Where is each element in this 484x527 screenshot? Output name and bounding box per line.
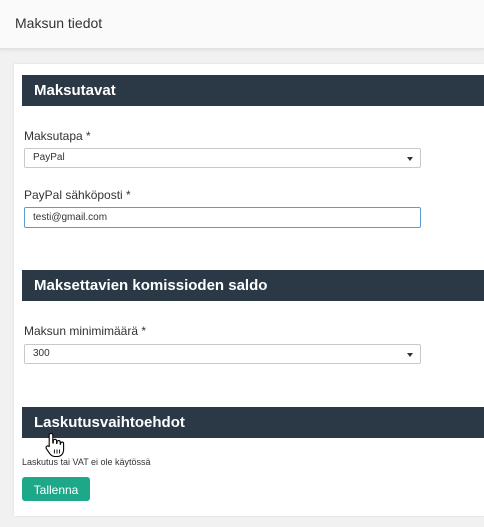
paypal-email-label: PayPal sähköposti *: [24, 188, 131, 202]
paypal-email-value: testi@gmail.com: [33, 212, 108, 223]
caret-down-icon: [407, 157, 413, 161]
page-title: Maksun tiedot: [15, 15, 103, 31]
save-button[interactable]: Tallenna: [22, 477, 90, 501]
payment-settings-card: Maksutavat Maksutapa * PayPal PayPal säh…: [14, 64, 484, 516]
paypal-email-input[interactable]: testi@gmail.com: [24, 207, 421, 228]
caret-down-icon: [407, 353, 413, 357]
minimum-payment-value: 300: [33, 348, 50, 359]
payment-method-label: Maksutapa *: [24, 129, 91, 143]
payment-method-select[interactable]: PayPal: [24, 148, 421, 168]
minimum-payment-select[interactable]: 300: [24, 344, 421, 364]
hand-pointer-icon: [45, 432, 65, 458]
minimum-payment-label: Maksun minimimäärä *: [24, 324, 147, 338]
billing-disabled-note: Laskutus tai VAT ei ole käytössä: [22, 457, 151, 467]
page-header: Maksun tiedot: [0, 0, 484, 49]
section-header-commission-balance: Maksettavien komissioden saldo: [22, 270, 484, 301]
section-header-payment-methods: Maksutavat: [22, 75, 484, 106]
section-header-billing-options: Laskutusvaihtoehdot: [22, 407, 484, 438]
payment-method-value: PayPal: [33, 152, 65, 163]
